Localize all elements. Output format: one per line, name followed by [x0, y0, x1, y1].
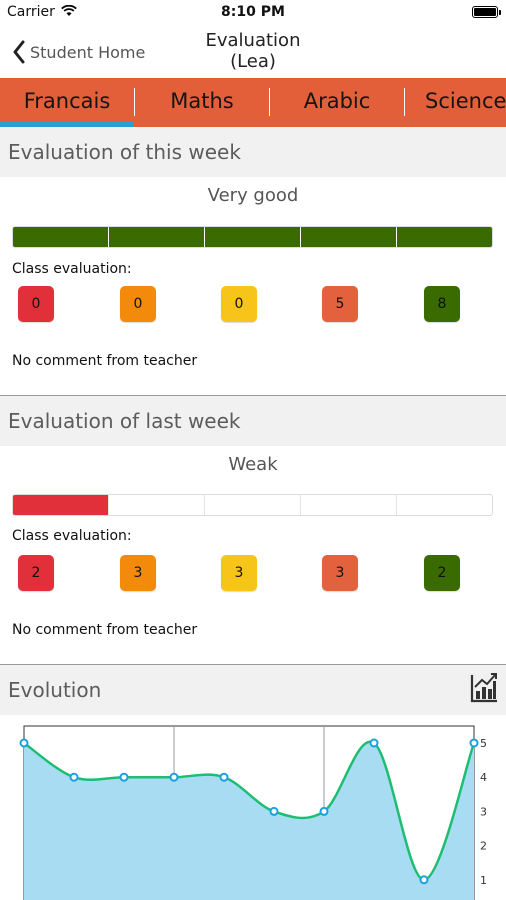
data-point	[69, 772, 79, 782]
class-evaluation-label: Class evaluation:	[12, 261, 132, 277]
data-point	[269, 806, 279, 816]
evolution-header: Evolution	[0, 665, 506, 715]
level-segment-filled	[13, 495, 109, 515]
last-week-title: Evaluation of last week	[8, 409, 241, 433]
y-tick-label: 4	[480, 771, 487, 784]
count-badge-very-good: 2	[424, 555, 460, 591]
tab-arabic[interactable]: Arabic	[270, 78, 404, 124]
class-evaluation-label: Class evaluation:	[12, 528, 132, 544]
count-badge-weak: 5	[322, 286, 358, 322]
level-segment	[109, 495, 205, 515]
data-point	[219, 772, 229, 782]
tab-maths[interactable]: Maths	[135, 78, 269, 124]
y-tick-label: 3	[480, 805, 487, 818]
data-point	[369, 738, 379, 748]
back-button[interactable]: Student Home	[12, 39, 145, 65]
page-title-line1: Evaluation	[205, 30, 301, 51]
last-week-card: Weak Class evaluation: 2 3 3 3 2 No comm…	[0, 446, 506, 664]
count-badge-very-bad: 2	[18, 555, 54, 591]
evolution-title: Evolution	[8, 678, 102, 702]
count-badge-bad: 0	[120, 286, 156, 322]
this-week-rating: Very good	[207, 185, 299, 206]
level-segment	[397, 495, 492, 515]
data-point	[319, 806, 329, 816]
line-chart-icon[interactable]	[470, 671, 498, 703]
teacher-comment: No comment from teacher	[12, 353, 198, 369]
count-badge-weak: 3	[322, 555, 358, 591]
level-segment	[109, 227, 205, 247]
subject-tab-bar: Francais Maths Arabic Science	[0, 78, 506, 127]
data-point	[419, 875, 429, 885]
tab-francais[interactable]: Francais	[0, 78, 134, 124]
chart-area	[24, 741, 474, 900]
this-week-header: Evaluation of this week	[0, 127, 506, 177]
tab-science[interactable]: Science	[405, 78, 506, 124]
count-badge-average: 0	[221, 286, 257, 322]
status-time: 8:10 PM	[221, 4, 285, 20]
back-button-label: Student Home	[30, 42, 146, 62]
this-week-title: Evaluation of this week	[8, 140, 241, 164]
last-week-header: Evaluation of last week	[0, 396, 506, 446]
navigation-bar: Student Home Evaluation (Lea)	[0, 26, 506, 78]
level-segment	[301, 495, 397, 515]
count-badge-very-good: 8	[424, 286, 460, 322]
last-week-level-bar	[12, 494, 493, 516]
battery-icon	[472, 6, 501, 18]
status-bar: Carrier 8:10 PM	[0, 0, 506, 26]
this-week-level-bar	[12, 226, 493, 248]
data-point	[19, 738, 29, 748]
count-badge-bad: 3	[120, 555, 156, 591]
teacher-comment: No comment from teacher	[12, 622, 198, 638]
level-segment	[205, 495, 301, 515]
data-point	[469, 738, 479, 748]
page-title: Evaluation (Lea)	[150, 30, 356, 72]
level-segment	[205, 227, 301, 247]
count-badge-very-bad: 0	[18, 286, 54, 322]
this-week-card: Very good Class evaluation: 0 0 0 5 8 No…	[0, 177, 506, 395]
y-tick-label: 5	[480, 737, 487, 750]
y-tick-label: 1	[480, 874, 487, 887]
y-tick-label: 2	[480, 840, 487, 853]
data-point	[169, 772, 179, 782]
level-segment	[13, 227, 109, 247]
level-segment	[301, 227, 397, 247]
chevron-left-icon	[13, 40, 25, 64]
evolution-chart: 5 4 3 2 1	[19, 725, 487, 900]
last-week-rating: Weak	[228, 454, 278, 475]
data-point	[119, 772, 129, 782]
page-title-line2: (Lea)	[230, 51, 276, 72]
count-badge-average: 3	[221, 555, 257, 591]
level-segment	[397, 227, 492, 247]
